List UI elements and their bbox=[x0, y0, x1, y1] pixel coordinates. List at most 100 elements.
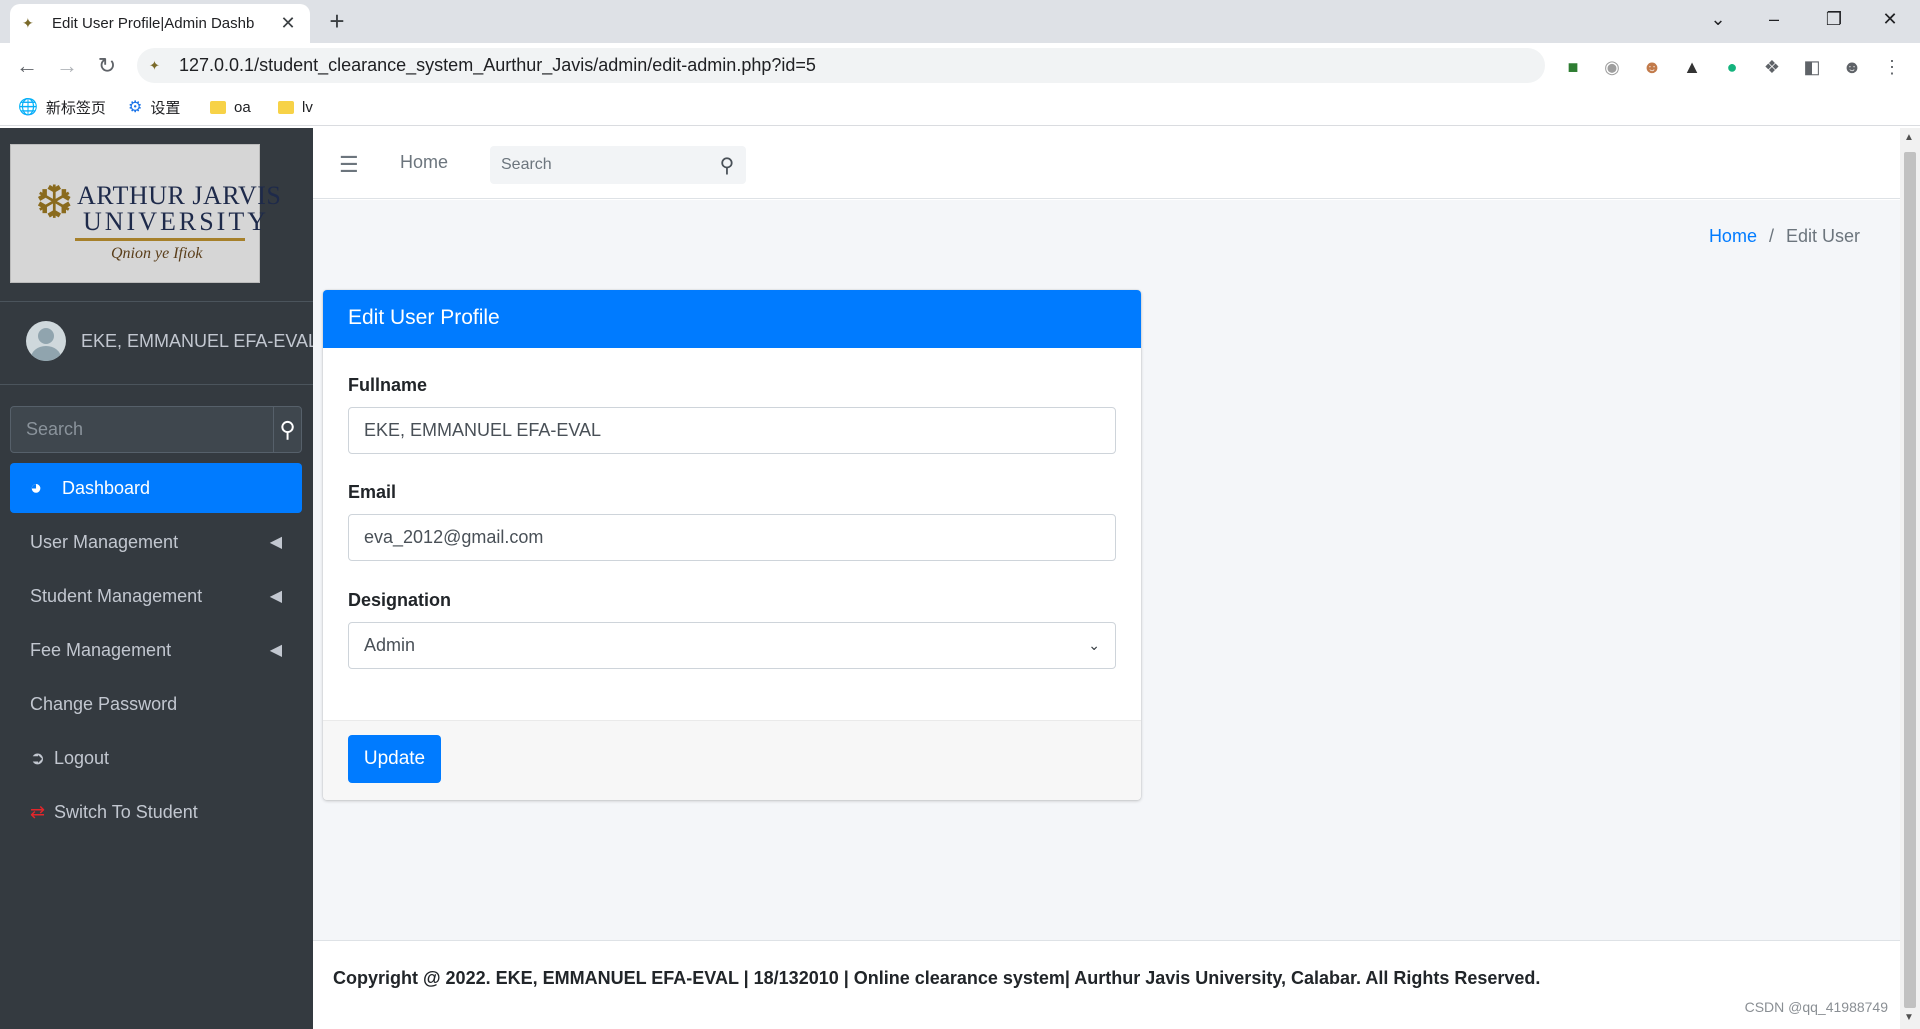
breadcrumb-current: Edit User bbox=[1785, 226, 1860, 246]
sidebar-divider bbox=[0, 301, 313, 302]
sidebar-divider bbox=[0, 384, 313, 385]
fullname-label: Fullname bbox=[348, 375, 428, 395]
sidebar-item-logout[interactable]: ➲ Logout bbox=[10, 733, 302, 783]
new-tab-button[interactable]: + bbox=[322, 6, 352, 36]
sidebar-item-label: User Management bbox=[30, 531, 179, 552]
fullname-group: Fullname bbox=[348, 375, 1116, 454]
hamburger-menu-icon[interactable]: ☰ bbox=[339, 152, 359, 178]
copyright-text: Copyright @ 2022. EKE, EMMANUEL EFA-EVAL… bbox=[333, 968, 1541, 988]
bookmark-oa[interactable]: oa bbox=[210, 95, 251, 119]
update-button[interactable]: Update bbox=[348, 735, 441, 783]
reload-icon[interactable]: ↻ bbox=[92, 51, 122, 81]
site-info-icon[interactable]: ✦ bbox=[149, 58, 169, 74]
extension-sync-icon[interactable]: ● bbox=[1720, 55, 1744, 79]
gear-icon: ⚙ bbox=[128, 99, 143, 116]
bookmark-label: lv bbox=[302, 98, 313, 116]
menu-kebab-icon[interactable]: ⋮ bbox=[1880, 55, 1904, 79]
sidebar-item-label: Switch To Student bbox=[54, 801, 198, 822]
watermark-text: CSDN @qq_41988749 bbox=[1744, 999, 1888, 1015]
profile-icon[interactable]: ☻ bbox=[1840, 55, 1864, 79]
search-icon[interactable]: ⚲ bbox=[708, 153, 746, 178]
scroll-down-arrow-icon[interactable]: ▼ bbox=[1904, 1012, 1914, 1023]
logo-text-line2: UNIVERSITY bbox=[83, 207, 269, 236]
breadcrumb: Home / Edit User bbox=[1709, 226, 1860, 247]
main-content: Home / Edit User Edit User Profile Fulln… bbox=[313, 200, 1900, 940]
browser-tab[interactable]: ✦ Edit User Profile|Admin Dashb ✕ bbox=[10, 4, 310, 43]
designation-selected-value: Admin bbox=[364, 635, 416, 655]
designation-label: Designation bbox=[348, 590, 452, 610]
tachometer-icon: ◕ bbox=[30, 476, 43, 499]
chevron-down-icon: ⌄ bbox=[1088, 637, 1100, 653]
email-group: Email bbox=[348, 482, 1116, 561]
eagle-logo-icon: ❆ bbox=[35, 176, 74, 228]
navbar-search-input[interactable] bbox=[490, 156, 708, 174]
tab-close-icon[interactable]: ✕ bbox=[278, 13, 298, 34]
chevron-left-icon: ◀ bbox=[269, 534, 282, 551]
sidebar: ❆ ARTHUR JARVIS UNIVERSITY Qnion ye Ifio… bbox=[0, 128, 318, 1029]
bookmark-lv[interactable]: lv bbox=[278, 95, 313, 119]
extension-circle-icon[interactable]: ◉ bbox=[1600, 55, 1624, 79]
university-logo[interactable]: ❆ ARTHUR JARVIS UNIVERSITY Qnion ye Ifio… bbox=[10, 144, 281, 283]
extension-green-icon[interactable]: ■ bbox=[1561, 55, 1585, 79]
scroll-up-arrow-icon[interactable]: ▲ bbox=[1904, 132, 1914, 143]
bookmark-new-tab[interactable]: 🌐 新标签页 bbox=[18, 95, 106, 119]
bookmark-label: 新标签页 bbox=[45, 99, 106, 117]
sidebar-item-change-password[interactable]: Change Password bbox=[10, 679, 302, 729]
forward-arrow-icon[interactable]: → bbox=[52, 51, 82, 81]
navbar-home-link[interactable]: Home bbox=[400, 152, 448, 173]
close-window-button[interactable]: ✕ bbox=[1862, 0, 1918, 38]
tab-title: Edit User Profile|Admin Dashb bbox=[52, 15, 255, 32]
globe-icon: 🌐 bbox=[18, 99, 38, 116]
sidebar-item-user-management[interactable]: User Management ◀ bbox=[10, 517, 302, 567]
breadcrumb-separator: / bbox=[1768, 226, 1774, 246]
sidebar-search-input[interactable] bbox=[11, 407, 273, 452]
browser-tab-bar: ✦ Edit User Profile|Admin Dashb ✕ + ⌄ – … bbox=[0, 0, 1920, 43]
browser-toolbar: ← → ↻ ✦ 127.0.0.1/student_clearance_syst… bbox=[0, 43, 1920, 88]
email-label: Email bbox=[348, 482, 397, 502]
chevron-left-icon: ◀ bbox=[269, 642, 282, 659]
folder-icon bbox=[278, 100, 294, 114]
search-icon[interactable]: ⚲ bbox=[273, 407, 301, 452]
extension-hat-icon[interactable]: ▲ bbox=[1680, 55, 1704, 79]
email-field[interactable] bbox=[348, 514, 1116, 561]
page-footer: Copyright @ 2022. EKE, EMMANUEL EFA-EVAL… bbox=[313, 940, 1900, 1029]
bookmarks-bar: 🌐 新标签页 ⚙ 设置 oa lv bbox=[0, 88, 1920, 126]
url-text: 127.0.0.1/student_clearance_system_Aurth… bbox=[179, 55, 816, 75]
extensions-puzzle-icon[interactable]: ❖ bbox=[1760, 55, 1784, 79]
sidebar-item-fee-management[interactable]: Fee Management ◀ bbox=[10, 625, 302, 675]
tab-search-icon[interactable]: ⌄ bbox=[1690, 0, 1746, 38]
side-panel-icon[interactable]: ◧ bbox=[1800, 55, 1824, 79]
sidebar-item-dashboard[interactable]: ◕ Dashboard bbox=[10, 463, 302, 513]
logo-motto: Qnion ye Ifiok bbox=[111, 245, 203, 262]
top-navbar: ☰ Home ⚲ bbox=[313, 128, 1900, 199]
address-bar[interactable]: ✦ 127.0.0.1/student_clearance_system_Aur… bbox=[137, 48, 1545, 83]
back-arrow-icon[interactable]: ← bbox=[12, 51, 42, 81]
bookmark-label: oa bbox=[234, 98, 251, 116]
designation-group: Designation Admin ⌄ bbox=[348, 590, 1116, 669]
sidebar-item-label: Dashboard bbox=[62, 477, 151, 498]
extension-monkey-icon[interactable]: ☻ bbox=[1640, 55, 1664, 79]
sidebar-item-switch-to-student[interactable]: ⇄ Switch To Student bbox=[10, 787, 302, 837]
bookmark-settings[interactable]: ⚙ 设置 bbox=[128, 95, 180, 119]
user-name: EKE, EMMANUEL EFA-EVAL bbox=[81, 330, 319, 351]
breadcrumb-home-link[interactable]: Home bbox=[1709, 226, 1757, 247]
designation-select[interactable]: Admin ⌄ bbox=[348, 622, 1116, 669]
page-scrollbar[interactable]: ▲ ▼ bbox=[1900, 128, 1920, 1029]
navbar-search: ⚲ bbox=[490, 146, 746, 184]
edit-user-card: Edit User Profile Fullname Email Designa… bbox=[323, 290, 1141, 800]
sidebar-item-label: Change Password bbox=[30, 693, 178, 714]
card-title: Edit User Profile bbox=[323, 290, 1141, 348]
card-footer: Update bbox=[323, 720, 1141, 800]
sidebar-item-student-management[interactable]: Student Management ◀ bbox=[10, 571, 302, 621]
sidebar-item-label: Fee Management bbox=[30, 639, 172, 660]
sidebar-item-label: Student Management bbox=[30, 585, 203, 606]
minimize-button[interactable]: – bbox=[1746, 0, 1802, 38]
avatar bbox=[26, 321, 66, 361]
site-favicon-icon: ✦ bbox=[22, 15, 34, 31]
sidebar-item-label: Logout bbox=[54, 747, 110, 768]
user-panel[interactable]: EKE, EMMANUEL EFA-EVAL bbox=[26, 321, 318, 361]
logo-rule bbox=[75, 238, 245, 241]
restore-button[interactable]: ❐ bbox=[1806, 0, 1862, 38]
scrollbar-thumb[interactable] bbox=[1904, 152, 1916, 1008]
fullname-field[interactable] bbox=[348, 407, 1116, 454]
